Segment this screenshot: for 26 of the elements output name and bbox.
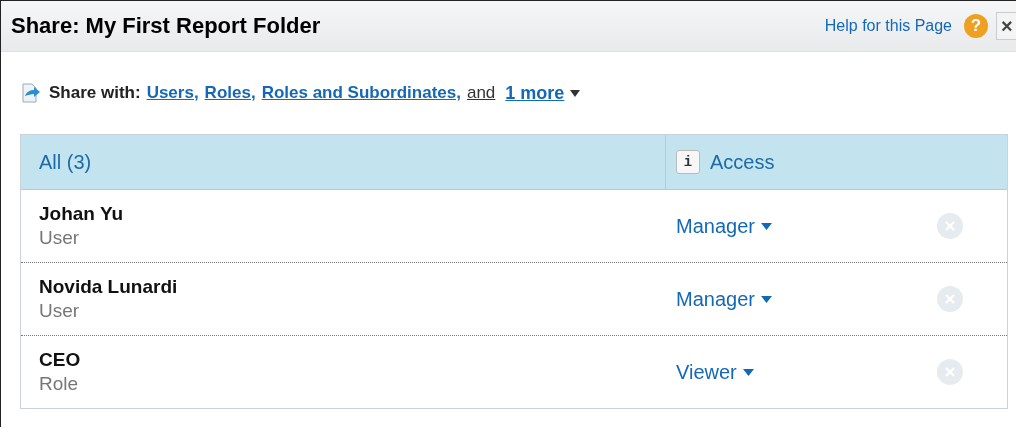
caret-icon[interactable]	[760, 222, 772, 230]
share-icon	[21, 83, 41, 103]
help-link[interactable]: Help for this Page	[824, 17, 952, 35]
member-name: Johan Yu	[39, 203, 125, 225]
caret-icon[interactable]	[570, 89, 581, 97]
member-type: User	[39, 227, 81, 249]
column-header: Access	[710, 150, 775, 174]
access-dropdown[interactable]: Manager	[676, 287, 772, 311]
access-dropdown[interactable]: Manager	[676, 214, 772, 238]
window-title: Share: My First Report Folder	[11, 13, 322, 39]
close-button[interactable]: ×	[996, 12, 1016, 40]
conjunction-text: and	[466, 83, 496, 103]
share-option-link[interactable]: Roles and Subordinates,	[261, 83, 461, 103]
share-with-label: Share with:	[49, 83, 141, 103]
access-dropdown[interactable]: Viewer	[676, 360, 754, 384]
member-type: User	[39, 300, 81, 322]
member-name: CEO	[39, 349, 82, 371]
share-option-link[interactable]: Users,	[146, 83, 199, 103]
caret-icon[interactable]	[742, 368, 754, 376]
more-link[interactable]: 1 more	[505, 82, 565, 104]
info-icon[interactable]: i	[676, 150, 700, 174]
column-header: All (3)	[21, 135, 666, 189]
caret-icon[interactable]	[760, 295, 772, 303]
member-name: Novida Lunardi	[39, 276, 179, 298]
share-option-link[interactable]: Roles,	[204, 83, 256, 103]
member-type: Role	[39, 373, 80, 395]
